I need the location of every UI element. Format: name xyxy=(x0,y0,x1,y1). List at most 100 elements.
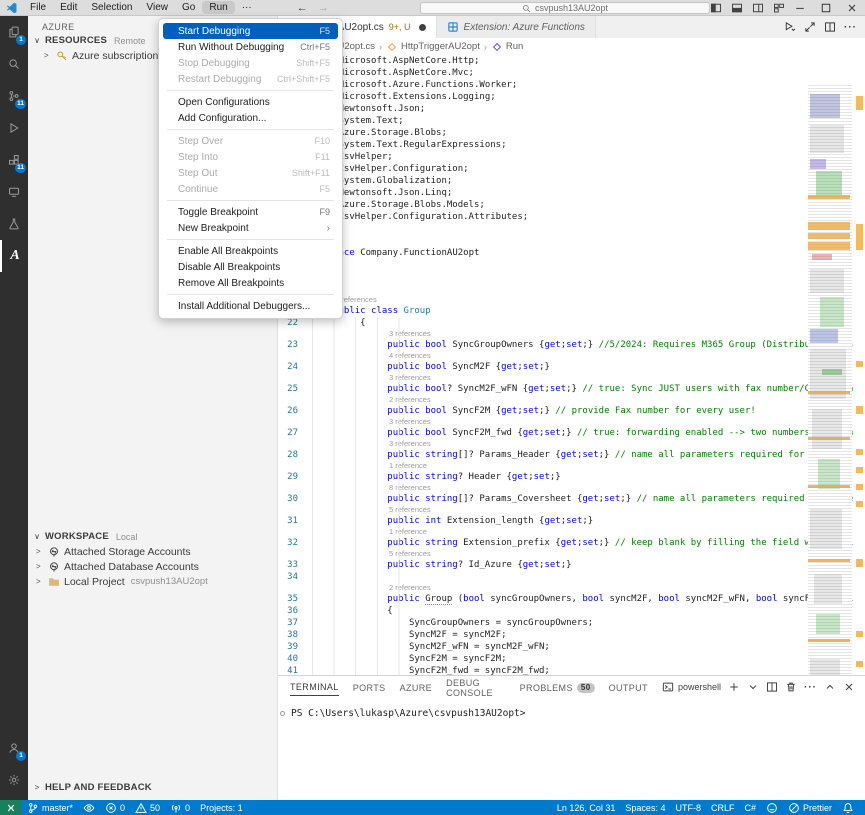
minimize-button[interactable] xyxy=(787,0,813,16)
code-line[interactable]: 35 public Group (bool syncGroupOwners, b… xyxy=(278,593,865,605)
menu-run[interactable]: Run xyxy=(202,1,234,14)
breadcrumb-item-run[interactable]: Run xyxy=(491,41,523,53)
code-line[interactable]: using System.Text; xyxy=(278,115,865,127)
layout-bottom-icon[interactable] xyxy=(731,2,743,14)
run-menu-item-toggle-breakpoint[interactable]: Toggle BreakpointF9 xyxy=(163,204,338,220)
command-center-search[interactable]: csvpush13AU2opt xyxy=(420,2,710,14)
menu-file[interactable]: File xyxy=(23,1,53,14)
code-line[interactable]: 34 xyxy=(278,571,865,583)
panel-tab-output[interactable]: OUTPUT xyxy=(609,679,648,696)
status-encoding[interactable]: UTF-8 xyxy=(670,800,706,815)
code-line[interactable]: using Newtonsoft.Json.Linq; xyxy=(278,187,865,199)
status-language-mode[interactable]: C# xyxy=(739,800,761,815)
codelens-references[interactable]: 3 references xyxy=(278,373,865,383)
status-ports-forwarded[interactable]: 0 xyxy=(165,800,195,815)
modified-indicator[interactable] xyxy=(419,24,426,31)
run-menu-item-run-without-debugging[interactable]: Run Without DebuggingCtrl+F5 xyxy=(163,39,338,55)
code-line[interactable]: 24 public bool SyncM2F {get;set;} xyxy=(278,361,865,373)
new-terminal-button[interactable] xyxy=(728,681,740,693)
status-warnings[interactable]: 50 xyxy=(130,800,165,815)
code-line[interactable]: using Microsoft.AspNetCore.Mvc; xyxy=(278,67,865,79)
run-menu-item-open-configurations[interactable]: Open Configurations xyxy=(163,94,338,110)
run-menu-item-remove-all-breakpoints[interactable]: Remove All Breakpoints xyxy=(163,275,338,291)
codelens-references[interactable]: 3 references xyxy=(278,439,865,449)
status-errors[interactable]: 0 xyxy=(100,800,130,815)
code-line[interactable]: 36 { xyxy=(278,605,865,617)
code-line[interactable]: 29 public string? Header {get;set;} xyxy=(278,471,865,483)
status-indentation[interactable]: Spaces: 4 xyxy=(620,800,670,815)
activity-settings[interactable] xyxy=(0,764,28,796)
menu-edit[interactable]: Edit xyxy=(53,1,84,14)
run-menu-item-install-additional-debuggers[interactable]: Install Additional Debuggers... xyxy=(163,298,338,314)
run-or-debug-button[interactable] xyxy=(784,21,796,33)
code-line[interactable]: using Azure.Storage.Blobs.Models; xyxy=(278,199,865,211)
code-line[interactable]: 41 SyncF2M_fwd = syncF2M_fwd; xyxy=(278,665,865,675)
split-editor-button[interactable] xyxy=(824,21,836,33)
code-line[interactable]: public class Group xyxy=(278,305,865,317)
menu-selection[interactable]: Selection xyxy=(84,1,139,14)
code-line[interactable] xyxy=(278,223,865,235)
panel-tab-debug-console[interactable]: DEBUG CONSOLE xyxy=(446,674,506,701)
tab-extension-azure-functions[interactable]: Extension: Azure Functions xyxy=(437,16,596,38)
code-line[interactable]: 39 SyncM2F_wFN = syncM2F_wFN; xyxy=(278,641,865,653)
breadcrumb-item-httptriggerau2opt[interactable]: HttpTriggerAU2opt xyxy=(386,41,480,53)
kill-terminal-button[interactable] xyxy=(785,681,797,693)
terminal[interactable]: PS C:\Users\lukasp\Azure\csvpush13AU2opt… xyxy=(278,698,865,719)
code-line[interactable]: using Microsoft.Extensions.Logging; xyxy=(278,91,865,103)
activity-explorer[interactable]: 1 xyxy=(0,16,28,48)
status-git-branch[interactable]: master* xyxy=(22,800,78,815)
code-editor[interactable]: using Microsoft.AspNetCore.Http;using Mi… xyxy=(278,55,865,675)
code-line[interactable]: 26 public bool SyncF2M {get;set;} // pro… xyxy=(278,405,865,417)
status-feedback[interactable] xyxy=(761,800,783,815)
run-menu-item-enable-all-breakpoints[interactable]: Enable All Breakpoints xyxy=(163,243,338,259)
codelens-references[interactable]: 3 references xyxy=(278,295,865,305)
code-line[interactable]: 27 public bool SyncF2M_fwd {get;set;} //… xyxy=(278,427,865,439)
maximize-button[interactable] xyxy=(813,0,839,16)
code-line[interactable]: using CsvHelper.Configuration.Attributes… xyxy=(278,211,865,223)
layout-left-icon[interactable] xyxy=(710,2,722,14)
activity-remote-explorer[interactable] xyxy=(0,176,28,208)
minimap[interactable] xyxy=(808,85,852,675)
codelens-references[interactable]: 2 references xyxy=(278,395,865,405)
codelens-references[interactable]: 1 reference xyxy=(278,527,865,537)
panel-more-actions[interactable]: ··· xyxy=(804,682,817,693)
status-notifications-bell[interactable] xyxy=(837,800,859,815)
code-line[interactable]: using Microsoft.Azure.Functions.Worker; xyxy=(278,79,865,91)
run-menu-item-disable-all-breakpoints[interactable]: Disable All Breakpoints xyxy=(163,259,338,275)
code-line[interactable]: 37 SyncGroupOwners = syncGroupOwners; xyxy=(278,617,865,629)
code-line[interactable]: 32 public string Extension_prefix {get;s… xyxy=(278,537,865,549)
open-changes-button[interactable] xyxy=(804,21,816,33)
menu-view[interactable]: View xyxy=(140,1,176,14)
activity-run-and-debug[interactable] xyxy=(0,112,28,144)
code-line[interactable]: using CsvHelper.Configuration; xyxy=(278,163,865,175)
menu-go[interactable]: Go xyxy=(175,1,202,14)
code-line[interactable]: 25 public bool? SyncM2F_wFN {get;set;} /… xyxy=(278,383,865,395)
code-line[interactable]: 23 public bool SyncGroupOwners {get;set;… xyxy=(278,339,865,351)
split-terminal-button[interactable] xyxy=(766,681,778,693)
panel-tab-azure[interactable]: AZURE xyxy=(400,679,433,696)
layout-right-icon[interactable] xyxy=(752,2,764,14)
close-panel-button[interactable] xyxy=(843,681,855,693)
activity-source-control[interactable]: 11 xyxy=(0,80,28,112)
codelens-references[interactable]: 3 references xyxy=(278,329,865,339)
status-cursor-position[interactable]: Ln 126, Col 31 xyxy=(552,800,621,815)
panel-tab-ports[interactable]: PORTS xyxy=(353,679,386,696)
layout-grid-icon[interactable] xyxy=(773,2,785,14)
panel-tab-problems[interactable]: PROBLEMS50 xyxy=(520,679,595,696)
arrow-left[interactable]: ← xyxy=(297,2,308,14)
code-line[interactable]: 33 public string? Id_Azure {get;set;} xyxy=(278,559,865,571)
status-remote-indicator[interactable] xyxy=(0,800,22,815)
code-line[interactable]: using Azure.Storage.Blobs; xyxy=(278,127,865,139)
codelens-references[interactable]: 5 references xyxy=(278,505,865,515)
codelens-references[interactable]: 5 references xyxy=(278,549,865,559)
code-line[interactable] xyxy=(278,235,865,247)
run-menu-item-add-configuration[interactable]: Add Configuration... xyxy=(163,110,338,126)
code-line[interactable]: 31 public int Extension_length {get;set;… xyxy=(278,515,865,527)
code-line[interactable]: 28 public string[]? Params_Header {get;s… xyxy=(278,449,865,461)
codelens-references[interactable]: 8 references xyxy=(278,483,865,493)
code-line[interactable]: 22 { xyxy=(278,317,865,329)
maximize-panel-button[interactable] xyxy=(824,681,836,693)
tree-item-local-project[interactable]: >Local Projectcsvpush13AU2opt xyxy=(28,574,277,589)
activity-search[interactable] xyxy=(0,48,28,80)
code-line[interactable]: 38 SyncM2F = syncM2F; xyxy=(278,629,865,641)
